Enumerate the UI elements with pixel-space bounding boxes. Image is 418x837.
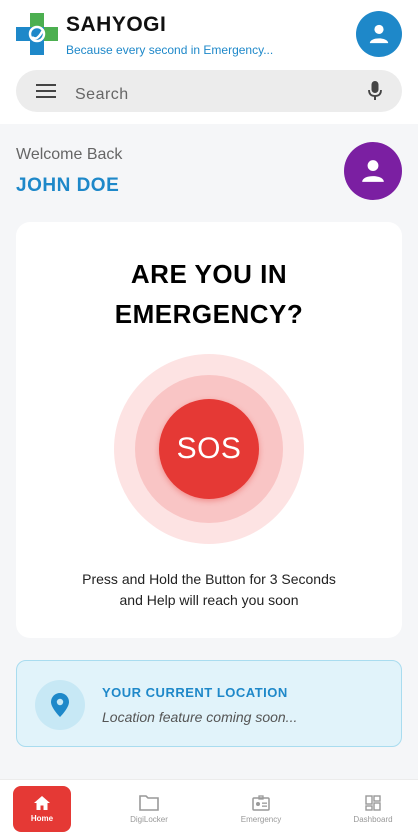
emergency-title: ARE YOU IN EMERGENCY?: [114, 259, 304, 329]
folder-icon: [139, 795, 159, 811]
app-tagline: Because every second in Emergency...: [66, 43, 274, 57]
home-icon: [34, 795, 50, 810]
app-title: SAHYOGI: [66, 13, 167, 36]
microphone-icon[interactable]: [368, 81, 382, 101]
user-icon: [362, 160, 384, 182]
user-name: JOHN DOE: [16, 175, 120, 196]
sos-button[interactable]: SOS: [159, 399, 259, 499]
sos-instructions: Press and Hold the Button for 3 Seconds …: [82, 571, 336, 608]
user-icon: [369, 24, 389, 44]
nav-label-home: Home: [30, 813, 54, 823]
nav-item-emergency[interactable]: Emergency: [232, 786, 290, 832]
location-title: YOUR CURRENT LOCATION: [102, 685, 288, 700]
app-header: SAHYOGI Because every second in Emergenc…: [0, 0, 418, 124]
location-pin-icon: [51, 693, 69, 717]
profile-button[interactable]: [356, 11, 402, 57]
welcome-greeting: Welcome Back: [16, 146, 123, 163]
nav-label-emergency: Emergency: [240, 814, 282, 824]
nav-item-dashboard[interactable]: Dashboard: [344, 786, 402, 832]
location-status: Location feature coming soon...: [102, 709, 298, 725]
menu-icon[interactable]: [36, 83, 56, 99]
sos-card: ARE YOU IN EMERGENCY? SOS Press and Hold…: [16, 222, 402, 638]
search-bar[interactable]: Search: [16, 70, 402, 112]
bottom-navigation: Home DigiLocker Emergency Dashboard: [0, 779, 418, 837]
user-avatar[interactable]: [344, 142, 402, 200]
nav-item-home[interactable]: Home: [13, 786, 71, 832]
location-icon-badge: [35, 680, 85, 730]
search-input[interactable]: Search: [75, 86, 129, 104]
nav-item-digilocker[interactable]: DigiLocker: [120, 786, 178, 832]
sahyogi-logo-icon: [16, 13, 58, 55]
id-card-icon: [252, 794, 270, 811]
location-card[interactable]: YOUR CURRENT LOCATION Location feature c…: [16, 660, 402, 747]
nav-label-dashboard: Dashboard: [353, 814, 393, 824]
dashboard-icon: [365, 794, 381, 811]
nav-label-digilocker: DigiLocker: [130, 815, 168, 824]
